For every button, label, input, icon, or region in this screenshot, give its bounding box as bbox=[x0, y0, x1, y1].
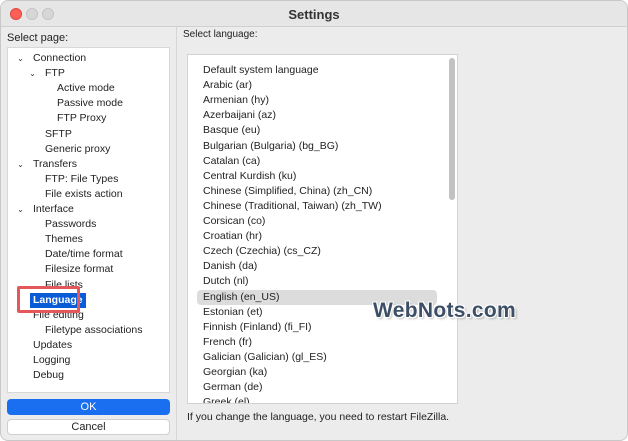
language-item[interactable]: Azerbaijani (az) bbox=[197, 108, 437, 123]
language-item[interactable]: Galician (Galician) (gl_ES) bbox=[197, 350, 437, 365]
tree-item-transfers[interactable]: Transfers bbox=[33, 157, 77, 172]
title-bar: Settings bbox=[1, 1, 627, 27]
tree-item-logging[interactable]: Logging bbox=[33, 353, 70, 368]
language-item[interactable]: Dutch (nl) bbox=[197, 274, 437, 289]
tree-item-ftp-file-types[interactable]: FTP: File Types bbox=[45, 172, 118, 187]
tree-item-generic-proxy[interactable]: Generic proxy bbox=[45, 142, 110, 157]
tree-item-file-exists-action[interactable]: File exists action bbox=[45, 187, 123, 202]
watermark-text: WebNots.com bbox=[373, 299, 516, 322]
select-page-label: Select page: bbox=[7, 32, 69, 44]
tree-item-debug[interactable]: Debug bbox=[33, 368, 64, 383]
select-language-label: Select language: bbox=[183, 29, 258, 40]
tree-item-connection[interactable]: Connection bbox=[33, 51, 86, 66]
language-item[interactable]: German (de) bbox=[197, 380, 437, 395]
language-item[interactable]: Arabic (ar) bbox=[197, 78, 437, 93]
chevron-down-icon[interactable]: ⌄ bbox=[28, 66, 37, 81]
panel-divider bbox=[176, 27, 177, 440]
language-item[interactable]: Georgian (ka) bbox=[197, 365, 437, 380]
restart-note: If you change the language, you need to … bbox=[187, 411, 450, 423]
tree-item-date-time-format[interactable]: Date/time format bbox=[45, 247, 123, 262]
language-item[interactable]: Default system language bbox=[197, 63, 437, 78]
highlight-annotation-box bbox=[17, 286, 80, 313]
language-item[interactable]: Armenian (hy) bbox=[197, 93, 437, 108]
language-item[interactable]: Chinese (Simplified, China) (zh_CN) bbox=[197, 184, 437, 199]
language-item[interactable]: Danish (da) bbox=[197, 259, 437, 274]
page-tree[interactable]: ⌄ Connection ⌄ FTP Active mode Passive mode FT… bbox=[7, 47, 170, 393]
tree-item-ftp-proxy[interactable]: FTP Proxy bbox=[57, 111, 106, 126]
language-item[interactable]: Catalan (ca) bbox=[197, 154, 437, 169]
window-title: Settings bbox=[288, 7, 340, 22]
tree-item-ftp[interactable]: FTP bbox=[45, 66, 65, 81]
tree-item-active-mode[interactable]: Active mode bbox=[57, 81, 115, 96]
tree-item-passive-mode[interactable]: Passive mode bbox=[57, 96, 123, 111]
language-list[interactable]: Default system language Arabic (ar) Armeni… bbox=[187, 54, 458, 404]
chevron-down-icon[interactable]: ⌄ bbox=[16, 157, 25, 172]
language-item[interactable]: Chinese (Traditional, Taiwan) (zh_TW) bbox=[197, 199, 437, 214]
tree-item-passwords[interactable]: Passwords bbox=[45, 217, 96, 232]
language-item[interactable]: Greek (el) bbox=[197, 395, 437, 403]
language-item[interactable]: Central Kurdish (ku) bbox=[197, 169, 437, 184]
language-item[interactable]: Bulgarian (Bulgaria) (bg_BG) bbox=[197, 139, 437, 154]
language-item[interactable]: Czech (Czechia) (cs_CZ) bbox=[197, 244, 437, 259]
tree-item-sftp[interactable]: SFTP bbox=[45, 127, 72, 142]
tree-item-updates[interactable]: Updates bbox=[33, 338, 72, 353]
scrollbar-thumb[interactable] bbox=[449, 58, 455, 200]
tree-item-interface[interactable]: Interface bbox=[33, 202, 74, 217]
tree-item-filesize-format[interactable]: Filesize format bbox=[45, 262, 113, 277]
tree-item-filetype-associations[interactable]: Filetype associations bbox=[45, 323, 142, 338]
ok-button[interactable]: OK bbox=[7, 399, 170, 415]
cancel-button[interactable]: Cancel bbox=[7, 419, 170, 435]
chevron-down-icon[interactable]: ⌄ bbox=[16, 51, 25, 66]
language-item[interactable]: French (fr) bbox=[197, 335, 437, 350]
language-list-scrollbar[interactable] bbox=[449, 57, 455, 401]
tree-item-themes[interactable]: Themes bbox=[45, 232, 83, 247]
chevron-down-icon[interactable]: ⌄ bbox=[16, 202, 25, 217]
language-item[interactable]: Croatian (hr) bbox=[197, 229, 437, 244]
language-item[interactable]: Basque (eu) bbox=[197, 123, 437, 138]
language-item[interactable]: Corsican (co) bbox=[197, 214, 437, 229]
settings-window: Settings Select page: ⌄ Connection ⌄ FTP Act… bbox=[0, 0, 628, 441]
